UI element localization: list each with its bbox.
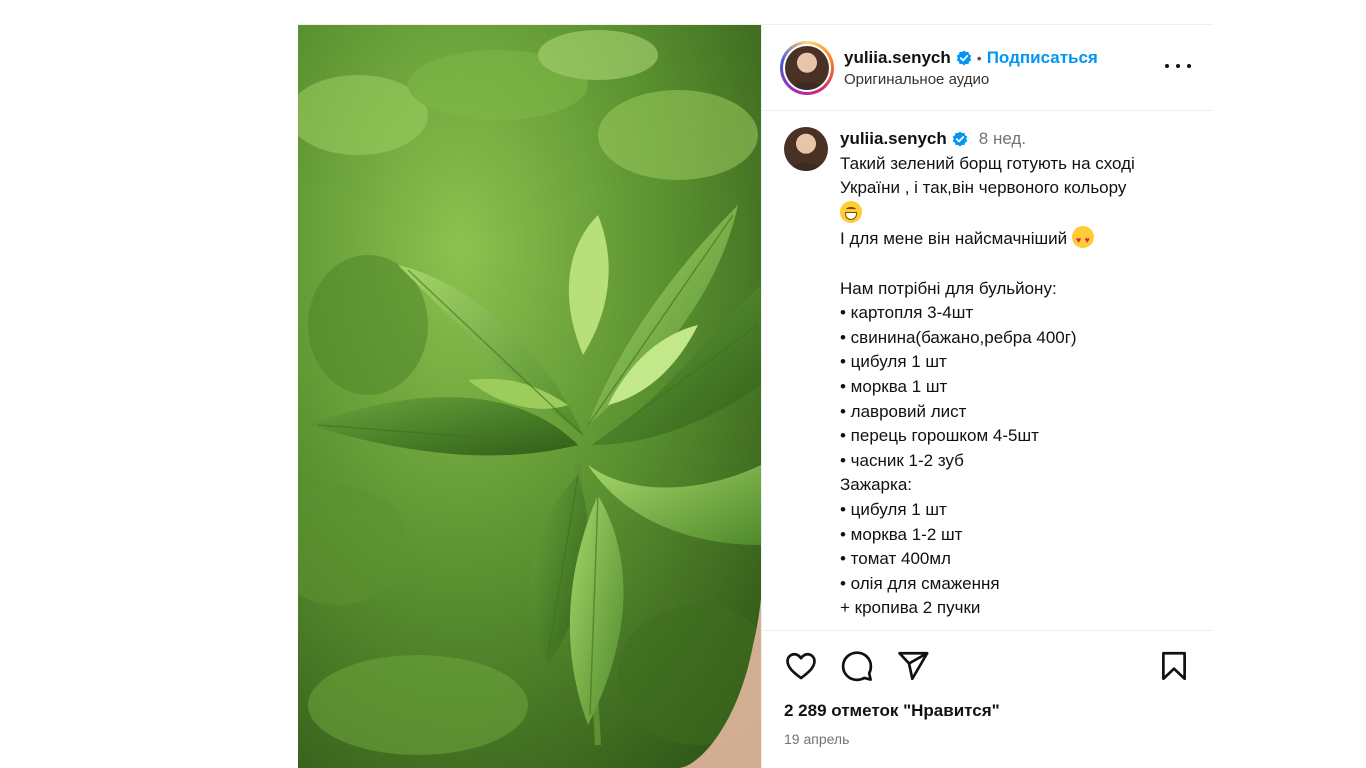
separator-dot: • (976, 49, 982, 66)
share-icon[interactable] (896, 649, 930, 683)
caption-line: І для мене він найсмачніший (840, 226, 1195, 253)
caption-line: • морква 1-2 шт (840, 524, 963, 544)
caption-line: України , і так,він червоного кольору (840, 178, 1127, 198)
caption-line: • морква 1 шт (840, 376, 948, 396)
grin-emoji-icon (840, 200, 862, 223)
verified-badge-icon (952, 131, 967, 147)
bookmark-icon[interactable] (1157, 649, 1191, 683)
caption-line: • олія для смаження (840, 573, 1000, 593)
post-date[interactable]: 19 апрель (784, 731, 1191, 747)
caption-line: Зажарка: (840, 475, 912, 495)
follow-button[interactable]: Подписаться (987, 48, 1098, 68)
caption-line: + кропива 2 пучки (840, 598, 981, 618)
caption-username[interactable]: yuliia.senych (840, 127, 947, 152)
caption-line: • свинина(бажано,ребра 400г) (840, 327, 1077, 347)
author-username[interactable]: yuliia.senych (844, 48, 951, 68)
caption-line-emoji (840, 200, 1195, 227)
post-actions: 2 289 отметок "Нравится" 19 апрель (762, 630, 1213, 768)
heart-icon[interactable] (784, 649, 818, 683)
comment-icon[interactable] (840, 649, 874, 683)
caption-line: Нам потрібні для бульйону: (840, 278, 1057, 298)
caption-body: yuliia.senych 8 нед. Такий зелений борщ … (840, 127, 1195, 630)
heart-eyes-emoji-icon (1071, 226, 1094, 253)
caption-line: • картопля 3-4шт (840, 303, 974, 323)
audio-link[interactable]: Оригинальное аудио (844, 71, 1098, 88)
caption-line: • цибуля 1 шт (840, 499, 947, 519)
author-avatar (785, 45, 829, 90)
caption-author-avatar[interactable] (784, 127, 828, 171)
post-header: yuliia.senych • Подписаться Оригинальное… (762, 25, 1213, 111)
author-avatar-ring[interactable] (780, 40, 834, 95)
caption-line: • лавровий лист (840, 401, 967, 421)
more-options-icon[interactable] (1165, 56, 1191, 76)
instagram-post: yuliia.senych • Подписаться Оригинальное… (298, 24, 1213, 768)
caption-text: І для мене він найсмачніший (840, 229, 1072, 249)
post-media-image[interactable] (298, 25, 761, 768)
caption-line: • цибуля 1 шт (840, 352, 947, 372)
verified-badge-icon (956, 50, 971, 65)
caption-line: • томат 400мл (840, 549, 951, 569)
caption-scroll-area[interactable]: yuliia.senych 8 нед. Такий зелений борщ … (762, 111, 1213, 630)
likes-count[interactable]: 2 289 отметок "Нравится" (784, 701, 1191, 721)
caption-line: • часник 1-2 зуб (840, 450, 964, 470)
caption-line: • перець горошком 4-5шт (840, 426, 1039, 446)
nettle-photo (298, 25, 761, 768)
caption-time-ago[interactable]: 8 нед. (979, 127, 1026, 152)
post-sidebar: yuliia.senych • Подписаться Оригинальное… (761, 25, 1213, 768)
caption-line: Такий зелений борщ готують на сході (840, 153, 1135, 173)
